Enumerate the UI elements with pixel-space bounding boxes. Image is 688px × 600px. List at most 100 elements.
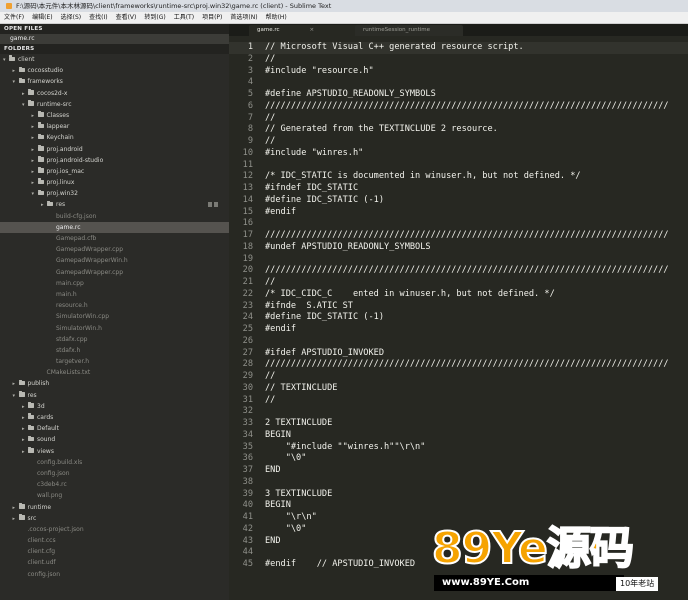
chevron-down-icon[interactable]: ▾ bbox=[13, 391, 19, 401]
tree-file-item[interactable]: config.json bbox=[0, 569, 229, 580]
tree-folder-item[interactable]: ▸ Classes bbox=[0, 110, 229, 121]
code-line[interactable]: 39 3 TEXTINCLUDE bbox=[229, 489, 688, 501]
tree-folder-item[interactable]: ▸ Default bbox=[0, 423, 229, 434]
tree-folder-item[interactable]: ▸ 3d bbox=[0, 401, 229, 412]
tree-folder-item[interactable]: ▸ proj.linux bbox=[0, 177, 229, 188]
menu-item[interactable]: 首选项(N) bbox=[226, 12, 261, 23]
chevron-right-icon[interactable]: ▸ bbox=[32, 145, 38, 155]
code-line[interactable]: 20 //////////////////////////////////////… bbox=[229, 265, 688, 277]
menu-item[interactable]: 选择(S) bbox=[57, 12, 86, 23]
code-line[interactable]: 31 // bbox=[229, 395, 688, 407]
tree-file-item[interactable]: targetver.h bbox=[0, 356, 229, 367]
tree-file-item[interactable]: stdafx.cpp bbox=[0, 334, 229, 345]
tree-folder-item[interactable]: ▸ proj.android-studio bbox=[0, 155, 229, 166]
tree-folder-item[interactable]: ▾ proj.win32 bbox=[0, 188, 229, 199]
chevron-right-icon[interactable]: ▸ bbox=[32, 122, 38, 132]
tree-file-item[interactable]: GamepadWrapper.cpp bbox=[0, 267, 229, 278]
chevron-right-icon[interactable]: ▸ bbox=[32, 111, 38, 121]
code-line[interactable]: 38 bbox=[229, 477, 688, 489]
tree-file-item[interactable]: CMakeLists.txt bbox=[0, 367, 229, 378]
tree-file-item[interactable]: stdafx.h bbox=[0, 345, 229, 356]
tab-close-icon[interactable]: × bbox=[310, 27, 315, 33]
tree-folder-item[interactable]: ▸ cocos2d-x bbox=[0, 88, 229, 99]
tree-file-item[interactable]: client.udf bbox=[0, 557, 229, 568]
tree-folder-item[interactable]: ▸ cards bbox=[0, 412, 229, 423]
tree-folder-item[interactable]: ▾ res bbox=[0, 390, 229, 401]
open-file-item[interactable]: game.rc bbox=[0, 34, 229, 44]
code-line[interactable]: 5 #define APSTUDIO_READONLY_SYMBOLS bbox=[229, 89, 688, 101]
menu-item[interactable]: 转到(G) bbox=[140, 12, 169, 23]
menu-item[interactable]: 查看(V) bbox=[112, 12, 141, 23]
tree-folder-item[interactable]: ▾ runtime-src bbox=[0, 99, 229, 110]
chevron-right-icon[interactable]: ▸ bbox=[13, 503, 19, 513]
menu-item[interactable]: 文件(F) bbox=[0, 12, 28, 23]
tree-folder-item[interactable]: ▸ cocosstudio bbox=[0, 65, 229, 76]
tree-file-item[interactable]: GamepadWrapperWin.h bbox=[0, 255, 229, 266]
tree-folder-item[interactable]: ▸ res bbox=[0, 199, 229, 210]
tree-file-item[interactable]: client.cfg bbox=[0, 546, 229, 557]
code-line[interactable]: 13 #ifndef IDC_STATIC bbox=[229, 183, 688, 195]
code-line[interactable]: 41 "\r\n" bbox=[229, 512, 688, 524]
code-line[interactable]: 30 // TEXTINCLUDE bbox=[229, 383, 688, 395]
chevron-right-icon[interactable]: ▸ bbox=[13, 379, 19, 389]
tab-game-rc[interactable]: game.rc × bbox=[249, 25, 359, 36]
code-line[interactable]: 12 /* IDC_STATIC is documented in winuser… bbox=[229, 171, 688, 183]
code-line[interactable]: 40 BEGIN bbox=[229, 500, 688, 512]
code-line[interactable]: 16 bbox=[229, 218, 688, 230]
code-line[interactable]: 37 END bbox=[229, 465, 688, 477]
chevron-right-icon[interactable]: ▸ bbox=[32, 178, 38, 188]
code-line[interactable]: 29 // bbox=[229, 371, 688, 383]
window-titlebar[interactable]: F:\源码\本元件\本木林源码\client\frameworks\runtim… bbox=[0, 0, 688, 12]
code-line[interactable]: 26 bbox=[229, 336, 688, 348]
chevron-right-icon[interactable]: ▸ bbox=[32, 133, 38, 143]
tree-file-item[interactable]: wall.png bbox=[0, 490, 229, 501]
tree-folder-item[interactable]: ▸ lappear bbox=[0, 121, 229, 132]
tree-folder-item[interactable]: ▸ sound bbox=[0, 434, 229, 445]
code-line[interactable]: 35 "#include ""winres.h""\r\n" bbox=[229, 442, 688, 454]
chevron-down-icon[interactable]: ▾ bbox=[13, 77, 19, 87]
menu-item[interactable]: 查找(I) bbox=[85, 12, 111, 23]
code-line[interactable]: 23 #ifnde S.ATIC ST bbox=[229, 301, 688, 313]
code-line[interactable]: 34 BEGIN bbox=[229, 430, 688, 442]
tree-folder-item[interactable]: ▸ Keychain bbox=[0, 132, 229, 143]
code-line[interactable]: 15 #endif bbox=[229, 207, 688, 219]
tree-file-item[interactable]: game.rc bbox=[0, 221, 229, 233]
tab-runtime-session[interactable]: runtimeSession_runtime bbox=[355, 25, 463, 36]
code-line[interactable]: 11 bbox=[229, 160, 688, 172]
code-line[interactable]: 17 //////////////////////////////////////… bbox=[229, 230, 688, 242]
tree-file-item[interactable]: build-cfg.json bbox=[0, 211, 229, 222]
tree-file-item[interactable]: resource.h bbox=[0, 300, 229, 311]
tree-file-item[interactable]: c3deb4.rc bbox=[0, 479, 229, 490]
code-line[interactable]: 24 #define IDC_STATIC (-1) bbox=[229, 312, 688, 324]
code-area[interactable]: 1 // Microsoft Visual C++ generated resou… bbox=[229, 42, 688, 571]
code-line[interactable]: 4 bbox=[229, 77, 688, 89]
code-line[interactable]: 36 "\0" bbox=[229, 453, 688, 465]
menu-item[interactable]: 项目(P) bbox=[198, 12, 226, 23]
code-line[interactable]: 10 #include "winres.h" bbox=[229, 148, 688, 160]
tree-file-item[interactable]: config.build.xls bbox=[0, 457, 229, 468]
code-line[interactable]: 19 bbox=[229, 254, 688, 266]
tree-file-item[interactable]: .cocos-project.json bbox=[0, 524, 229, 535]
code-line[interactable]: 6 ///////////////////////////////////////… bbox=[229, 101, 688, 113]
code-line[interactable]: 22 /* IDC_CIDC_C ented in winuser.h, but … bbox=[229, 289, 688, 301]
chevron-right-icon[interactable]: ▸ bbox=[32, 167, 38, 177]
chevron-right-icon[interactable]: ▸ bbox=[13, 66, 19, 76]
tree-folder-item[interactable]: ▸ publish bbox=[0, 378, 229, 389]
code-line[interactable]: 1 // Microsoft Visual C++ generated resou… bbox=[229, 42, 688, 54]
code-line[interactable]: 3 #include "resource.h" bbox=[229, 66, 688, 78]
code-line[interactable]: 27 #ifdef APSTUDIO_INVOKED bbox=[229, 348, 688, 360]
tree-folder-item[interactable]: ▾ frameworks bbox=[0, 76, 229, 87]
code-line[interactable]: 25 #endif bbox=[229, 324, 688, 336]
chevron-right-icon[interactable]: ▸ bbox=[13, 514, 19, 524]
tree-folder-item[interactable]: ▸ views bbox=[0, 446, 229, 457]
code-line[interactable]: 33 2 TEXTINCLUDE bbox=[229, 418, 688, 430]
code-line[interactable]: 28 //////////////////////////////////////… bbox=[229, 359, 688, 371]
code-line[interactable]: 9 // bbox=[229, 136, 688, 148]
code-line[interactable]: 14 #define IDC_STATIC (-1) bbox=[229, 195, 688, 207]
tree-file-item[interactable]: client.ccs bbox=[0, 535, 229, 546]
tree-folder-item[interactable]: ▸ src bbox=[0, 513, 229, 524]
code-line[interactable]: 21 // bbox=[229, 277, 688, 289]
code-line[interactable]: 32 bbox=[229, 406, 688, 418]
menu-item[interactable]: 编辑(E) bbox=[28, 12, 56, 23]
tree-file-item[interactable]: main.h bbox=[0, 289, 229, 300]
